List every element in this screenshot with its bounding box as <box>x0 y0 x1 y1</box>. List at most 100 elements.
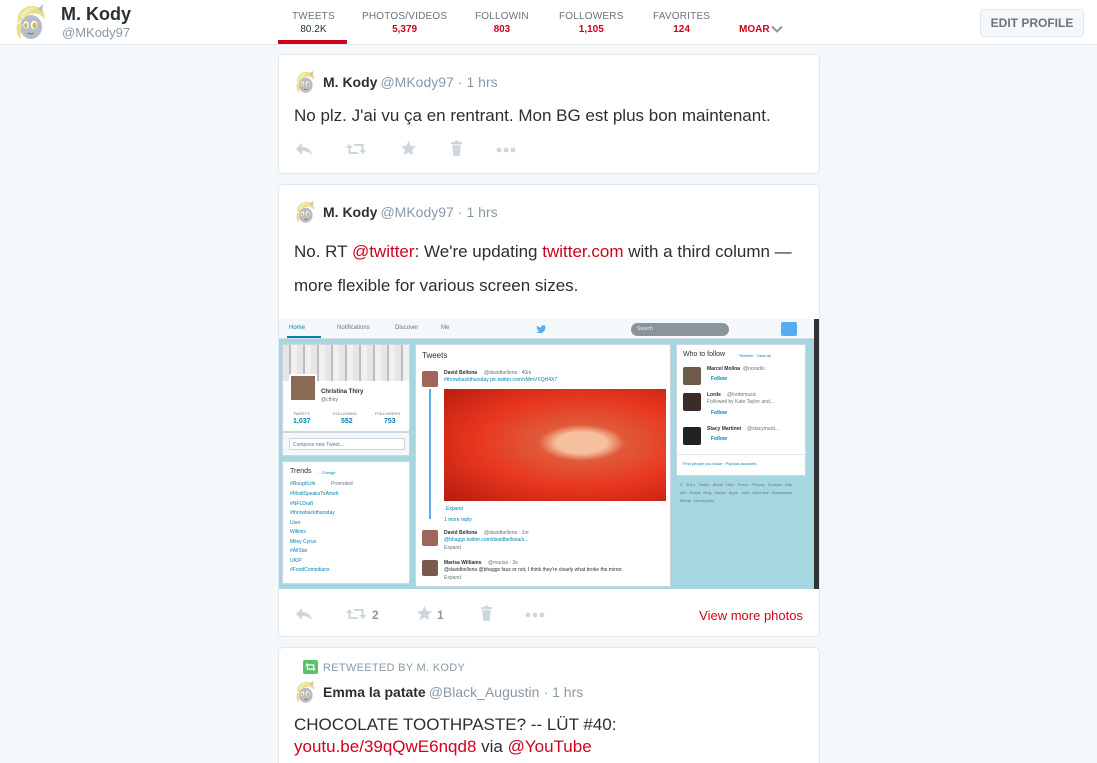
more-icon[interactable] <box>496 147 516 153</box>
tweet-author: Emma la patate @Black_Augustin · 1 hrs <box>323 684 583 700</box>
photo-nav-underline <box>287 336 321 338</box>
photo-trend-promoted: Promoted <box>331 481 353 487</box>
photo-trend: Miley Cyrus <box>290 539 317 545</box>
photo-nav-me: Me <box>441 325 450 331</box>
photo-wtf-avatar <box>683 427 701 445</box>
photo-stat-value: 1,037 <box>293 418 311 425</box>
photo-trend: #RoughLife <box>290 481 316 487</box>
edit-profile-button[interactable]: EDIT PROFILE <box>980 9 1084 37</box>
stat-following[interactable]: FOLLOWIN 803 <box>475 11 529 35</box>
stat-favorites[interactable]: FAVORITES 124 <box>653 11 710 35</box>
photo-feed-text: @davidbellona @bhaggs faux or not, I thi… <box>444 567 623 573</box>
more-stats-button[interactable]: MOAR <box>739 24 783 35</box>
photo-wtf-name: Marcel Molina <box>707 366 741 372</box>
tweet-actions <box>294 141 814 161</box>
photo-more-reply: 1 more reply <box>444 517 472 523</box>
retweet-icon[interactable] <box>345 606 367 622</box>
stat-tweets[interactable]: TWEETS 80.2K <box>292 11 335 35</box>
photo-feed-handle: @davidbellona · 1m <box>484 530 529 536</box>
tweet-card[interactable]: RETWEETED BY M. KODY Emma la patate @Blac… <box>278 647 820 763</box>
author-name[interactable]: M. Kody <box>323 204 377 220</box>
delete-icon[interactable] <box>450 140 463 157</box>
tweet-timestamp[interactable]: 1 hrs <box>466 74 497 90</box>
tweet-card[interactable]: M. Kody @MKody97 · 1 hrs No. RT @twitter: W… <box>278 184 820 637</box>
profile-handle: @MKody97 <box>62 25 131 40</box>
more-icon[interactable] <box>525 612 545 618</box>
delete-icon[interactable] <box>480 605 493 622</box>
stat-label: FOLLOWIN <box>475 11 529 22</box>
profile-name[interactable]: M. Kody <box>61 4 131 25</box>
photo-compose-panel: Compose new Tweet... <box>282 432 410 456</box>
photo-tweets-title: Tweets <box>422 351 448 360</box>
tweet-timestamp[interactable]: 1 hrs <box>552 684 583 700</box>
photo-stat-value: 552 <box>341 418 353 425</box>
author-name[interactable]: Emma la patate <box>323 684 426 700</box>
photo-nav-bar: Home Notifications Discover Me Search <box>279 319 819 339</box>
separator: · <box>543 684 549 700</box>
author-handle: @MKody97 <box>380 74 454 90</box>
tweet-text-part: No. RT <box>294 242 352 261</box>
photo-feed-text: #throwbackthursday pic.twitter.com/vMmVX… <box>444 377 558 383</box>
photo-feed-avatar <box>422 371 438 387</box>
photo-edge <box>814 319 819 589</box>
view-more-photos-link[interactable]: View more photos <box>699 608 803 623</box>
profile-nav-bar: M. Kody @MKody97 TWEETS 80.2K PHOTOS/VID… <box>0 0 1097 45</box>
stat-value: 124 <box>673 24 690 35</box>
retweet-count: 2 <box>372 608 379 622</box>
favorite-icon[interactable] <box>416 605 433 622</box>
photo-trend: #NFLDraft <box>290 501 314 507</box>
favorite-icon[interactable] <box>400 140 417 157</box>
photo-expand-link: Expand <box>444 575 461 581</box>
photo-profile-avatar <box>289 374 317 402</box>
photo-wtf-divider <box>677 454 805 455</box>
photo-wtf-avatar <box>683 393 701 411</box>
photo-stat-label: FOLLOWERS <box>375 411 401 416</box>
photo-wtf-title: Who to follow <box>683 351 726 358</box>
profile-avatar-icon[interactable] <box>12 3 48 41</box>
photo-footer: © 2014 Twitter About Help Terms Privacy … <box>680 482 793 503</box>
photo-wtf-avatar <box>683 367 701 385</box>
tweet-card[interactable]: M. Kody @MKody97 · 1 hrs No plz. J'ai vu ça… <box>278 54 820 174</box>
photo-search-box: Search <box>631 323 729 336</box>
stat-followers[interactable]: FOLLOWERS 1,105 <box>559 11 624 35</box>
reply-icon[interactable] <box>294 606 314 622</box>
photo-trends-change: · Change <box>319 470 336 475</box>
photo-compose-box: Compose new Tweet... <box>289 438 405 450</box>
photo-compose-button <box>781 322 797 336</box>
tweet-photo[interactable]: Home Notifications Discover Me Search Ch… <box>279 319 819 589</box>
active-tab-indicator <box>278 40 347 44</box>
tweet-author: M. Kody @MKody97 · 1 hrs <box>323 74 498 90</box>
author-name[interactable]: M. Kody <box>323 74 377 90</box>
stat-value: 5,379 <box>392 24 418 35</box>
photo-feed-text: @bhaggs twitter.com/davidbellona/s... <box>444 537 529 543</box>
photo-wtf-follow: Follow <box>711 376 727 382</box>
photo-wtf-handle: @stacymarti... <box>747 426 780 432</box>
photo-trend: Wilkins <box>290 529 306 535</box>
url-link[interactable]: youtu.be/39qQwE6nqd8 <box>294 737 476 756</box>
stat-photos-videos[interactable]: PHOTOS/VIDEOS 5,379 <box>362 11 447 35</box>
favorite-count: 1 <box>437 608 444 622</box>
photo-trend: #FoodComedians <box>290 567 330 573</box>
stat-label: TWEETS <box>292 11 335 22</box>
tweet-timestamp[interactable]: 1 hrs <box>466 204 497 220</box>
avatar-pony-icon[interactable] <box>293 70 317 94</box>
author-handle: @Black_Augustin <box>428 684 540 700</box>
stat-value: 803 <box>493 24 511 35</box>
photo-wtf-handle: @lordemusic <box>727 392 757 398</box>
avatar-pony-icon[interactable] <box>293 680 317 704</box>
reply-icon[interactable] <box>294 141 314 157</box>
tweet-text: No. RT @twitter: We're updating twitter.… <box>294 235 807 303</box>
photo-expand-link: Expand <box>444 545 461 551</box>
avatar-pony-icon[interactable] <box>293 200 317 224</box>
photo-stat-label: TWEETS <box>293 411 310 416</box>
mention-link[interactable]: @YouTube <box>508 737 592 756</box>
photo-nav-discover: Discover <box>395 325 419 331</box>
mention-link[interactable]: @twitter <box>352 242 415 261</box>
tweet-author: M. Kody @MKody97 · 1 hrs <box>323 204 498 220</box>
url-link[interactable]: twitter.com <box>542 242 623 261</box>
photo-stat-label: FOLLOWING <box>333 411 358 416</box>
retweet-icon[interactable] <box>345 141 367 157</box>
photo-profile-name: Christina Thiry <box>321 389 364 395</box>
photo-expand-link: Expand <box>446 506 463 512</box>
photo-find-people: Find people you know · Popular accounts <box>683 461 757 466</box>
